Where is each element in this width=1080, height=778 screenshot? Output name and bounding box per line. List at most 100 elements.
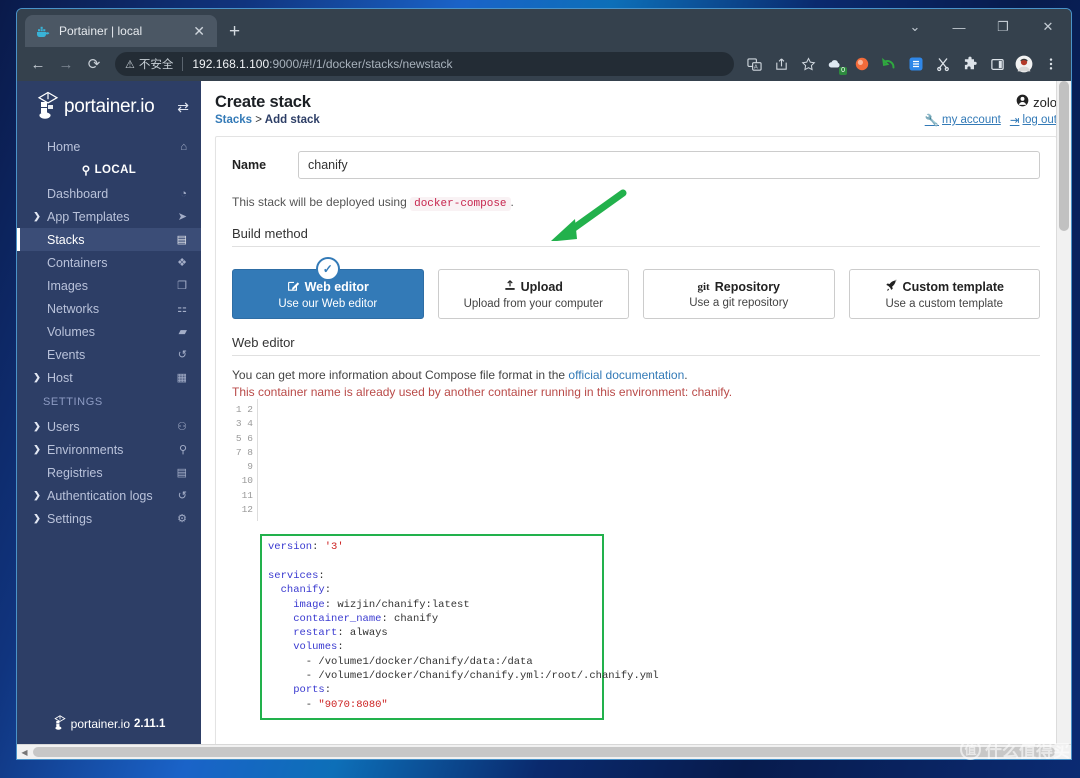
blue-grid-extension-icon[interactable]	[904, 52, 928, 76]
compose-editor[interactable]: 1 2 3 4 5 6 7 8 9 10 11 12 version: '3' …	[232, 399, 1040, 720]
container-name-error: This container name is already used by a…	[232, 385, 733, 399]
sidebar-footer: portainer.io 2.11.1	[17, 704, 201, 744]
address-bar[interactable]: ⚠ 不安全 192.168.1.100:9000/#!/1/docker/sta…	[115, 52, 734, 76]
build-method-title: Custom template	[902, 279, 1004, 294]
scrollbar-thumb-horizontal[interactable]	[33, 747, 1055, 757]
green-undo-extension-icon[interactable]	[877, 52, 901, 76]
chrome-menu-icon[interactable]	[1039, 52, 1063, 76]
user-name-row: zolo	[925, 94, 1057, 110]
build-method-repository[interactable]: git Repository Use a git repository	[643, 269, 835, 319]
toggle-sidebar-icon[interactable]: ⇄	[177, 99, 189, 116]
reload-icon[interactable]: ⟳	[81, 51, 107, 77]
window-close-icon[interactable]: ✕	[1025, 9, 1071, 45]
sidebar-item-images[interactable]: Images ❐	[17, 274, 201, 297]
build-method-subtitle: Use a custom template	[885, 297, 1004, 310]
sidebar-item-dashboard[interactable]: Dashboard ◔	[17, 182, 201, 205]
rocket-icon: ➤	[177, 211, 187, 223]
build-method-custom-template[interactable]: Custom template Use a custom template	[848, 269, 1040, 319]
sidebar-item-authentication-logs[interactable]: ❯ Authentication logs ↺	[17, 484, 201, 507]
stack-name-label: Name	[232, 158, 267, 172]
browser-toolbar-icons: A 0	[742, 52, 1063, 76]
sidebar-item-volumes[interactable]: Volumes ▰	[17, 320, 201, 343]
sidebar-item-registries[interactable]: Registries ▤	[17, 461, 201, 484]
sidebar-item-stacks[interactable]: Stacks ▤	[17, 228, 201, 251]
browser-tab-strip: Portainer | local ✕ + ⌄ — ❐ ✕	[17, 9, 1071, 47]
stack-name-row: Name	[232, 151, 1040, 179]
sidebar-local-label: LOCAL	[94, 164, 137, 176]
stack-name-input[interactable]	[298, 151, 1040, 179]
sidebar-item-app-templates[interactable]: ❯ App Templates ➤	[17, 205, 201, 228]
deploy-note: This stack will be deployed using docker…	[232, 195, 1040, 211]
back-arrow-icon[interactable]: ←	[25, 51, 51, 77]
user-menu: zolo 🔧 my account ⇥ log out	[925, 93, 1057, 128]
build-method-upload[interactable]: Upload Upload from your computer	[437, 269, 629, 319]
gears-icon: ⚙	[177, 513, 187, 525]
sidebar-item-label: Home	[47, 139, 81, 154]
forward-arrow-icon[interactable]: →	[53, 51, 79, 77]
breadcrumb-stacks-link[interactable]: Stacks	[215, 114, 252, 126]
official-documentation-link[interactable]: official documentation	[568, 368, 684, 382]
portainer-logo-icon	[35, 91, 61, 124]
puzzle-extensions-icon[interactable]	[958, 52, 982, 76]
scissors-extension-icon[interactable]	[931, 52, 955, 76]
svg-text:A: A	[753, 64, 757, 70]
sidebar-item-networks[interactable]: Networks ⚏	[17, 297, 201, 320]
my-account-link[interactable]: 🔧 my account	[925, 113, 1001, 127]
log-out-label: log out	[1022, 114, 1057, 126]
profile-avatar-icon[interactable]	[1012, 52, 1036, 76]
minimize-icon[interactable]: —	[937, 9, 981, 45]
browser-tab[interactable]: Portainer | local ✕	[25, 15, 217, 47]
cloud-extension-icon[interactable]: 0	[823, 52, 847, 76]
close-icon[interactable]: ✕	[191, 24, 207, 38]
build-method-web-editor[interactable]: ✓ Web editor Use our Web editor	[232, 257, 424, 319]
breadcrumb: Stacks > Add stack	[215, 114, 320, 126]
sidebar-item-users[interactable]: ❯ Users ⚇	[17, 415, 201, 438]
sidebar-item-label: Users	[47, 419, 80, 434]
sidebar-item-label: Environments	[47, 442, 124, 457]
orange-circle-extension-icon[interactable]	[850, 52, 874, 76]
log-out-link[interactable]: ⇥ log out	[1010, 113, 1057, 127]
sidebar-brand[interactable]: portainer.io ⇄	[17, 81, 201, 133]
page-title: Create stack	[215, 93, 311, 111]
host-grid-icon: ▦	[176, 372, 187, 384]
editor-code[interactable]: version: '3' services: chanify: image: w…	[262, 536, 659, 718]
sidebar-settings-section-label: SETTINGS	[43, 396, 103, 408]
maximize-icon[interactable]: ❐	[981, 9, 1025, 45]
build-method-title: Repository	[714, 279, 781, 294]
sidebar-item-events[interactable]: Events ↺	[17, 343, 201, 366]
sidebar-item-label: Authentication logs	[47, 488, 153, 503]
site-security-indicator[interactable]: ⚠ 不安全	[125, 56, 173, 72]
share-icon[interactable]	[769, 52, 793, 76]
chevron-right-icon: ❯	[33, 372, 41, 382]
sidebar-item-environments[interactable]: ❯ Environments ⚲	[17, 438, 201, 461]
scroll-left-arrow-icon[interactable]: ◀	[17, 748, 32, 757]
sidebar-item-settings[interactable]: ❯ Settings ⚙	[17, 507, 201, 530]
extension-badge-count: 0	[839, 67, 847, 75]
watermark-text: 什么值得买	[985, 742, 1070, 762]
build-method-subtitle: Use a git repository	[689, 296, 789, 309]
translate-icon[interactable]: A	[742, 52, 766, 76]
sidebar-item-label: Events	[47, 347, 86, 362]
scrollbar-thumb[interactable]	[1059, 81, 1069, 231]
sidebar-brand-text: portainer.io	[64, 96, 155, 117]
sidebar-item-label: Volumes	[47, 324, 95, 339]
bookmark-star-icon[interactable]	[796, 52, 820, 76]
page-scrollbar-horizontal[interactable]: ◀	[17, 744, 1071, 759]
editor-box[interactable]: version: '3' services: chanify: image: w…	[260, 534, 659, 720]
sidebar-item-label: Host	[47, 370, 73, 385]
deploy-note-code: docker-compose	[410, 197, 511, 211]
sidebar-item-containers[interactable]: Containers ❖	[17, 251, 201, 274]
build-method-title-row: git Repository	[697, 280, 780, 294]
build-method-subtitle: Use our Web editor	[278, 297, 378, 310]
security-label: 不安全	[138, 59, 174, 71]
sidebar-item-home[interactable]: Home ⌂	[17, 135, 201, 158]
sidebar-item-host[interactable]: ❯ Host ▦	[17, 366, 201, 389]
home-icon: ⌂	[180, 140, 187, 153]
dashboard-icon: ◔	[180, 187, 187, 200]
chevron-down-icon[interactable]: ⌄	[893, 9, 937, 45]
new-tab-button[interactable]: +	[229, 22, 240, 41]
database-icon: ▤	[176, 467, 187, 479]
sidepanel-icon[interactable]	[985, 52, 1009, 76]
page-scrollbar-vertical[interactable]	[1056, 81, 1071, 744]
user-circle-icon	[1016, 94, 1029, 110]
